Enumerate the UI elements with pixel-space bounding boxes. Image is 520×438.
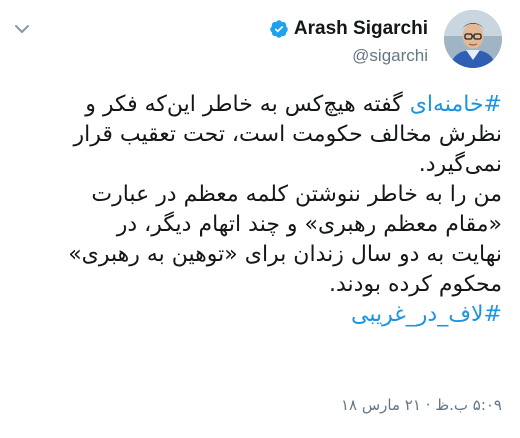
tweet-timestamp[interactable]: ۵:۰۹ ب.ظ · ۲۱ مارس ۱۸ (341, 396, 502, 414)
tweet-line-3: نمی‌گیرد. (418, 152, 502, 177)
tweet-line-text: گفته هیچ‌کس به خاطر این‌که فکر و (85, 92, 410, 117)
tweet-line-1: #خامنه‌ای گفته هیچ‌کس به خاطر این‌که فکر… (10, 90, 502, 120)
avatar[interactable] (444, 10, 502, 68)
hashtag-link[interactable]: #خامنه‌ای (410, 92, 502, 117)
tweet-line-8: #لاف_در_غریبی (10, 300, 502, 330)
tweet-line-6: نهایت به دو سال زندان برای «توهین به رهب… (68, 242, 502, 267)
verified-badge-icon (269, 19, 289, 39)
hashtag-link[interactable]: #لاف_در_غریبی (351, 302, 502, 327)
tweet-line-2: نظرش مخالف حکومت است، تحت تعقیب قرار (73, 122, 502, 147)
author-display-name[interactable]: Arash Sigarchi (294, 18, 428, 40)
author-identity[interactable]: Arash Sigarchi @sigarchi (269, 16, 428, 66)
tweet-card: Arash Sigarchi @sigarchi #خامنه‌ای گفته … (0, 0, 520, 438)
tweet-line-7: محکوم کرده بودند. (329, 272, 502, 297)
tweet-line-5: «مقام معظم رهبری» و چند اتهام دیگر، در (116, 212, 502, 237)
tweet-line-4: من را به خاطر ننوشتن کلمه معظم در عبارت (91, 182, 502, 207)
chevron-down-icon[interactable] (14, 20, 30, 33)
author-handle[interactable]: @sigarchi (269, 46, 428, 66)
tweet-text: #خامنه‌ای گفته هیچ‌کس به خاطر این‌که فکر… (10, 90, 502, 330)
author-name-line: Arash Sigarchi (269, 16, 428, 42)
